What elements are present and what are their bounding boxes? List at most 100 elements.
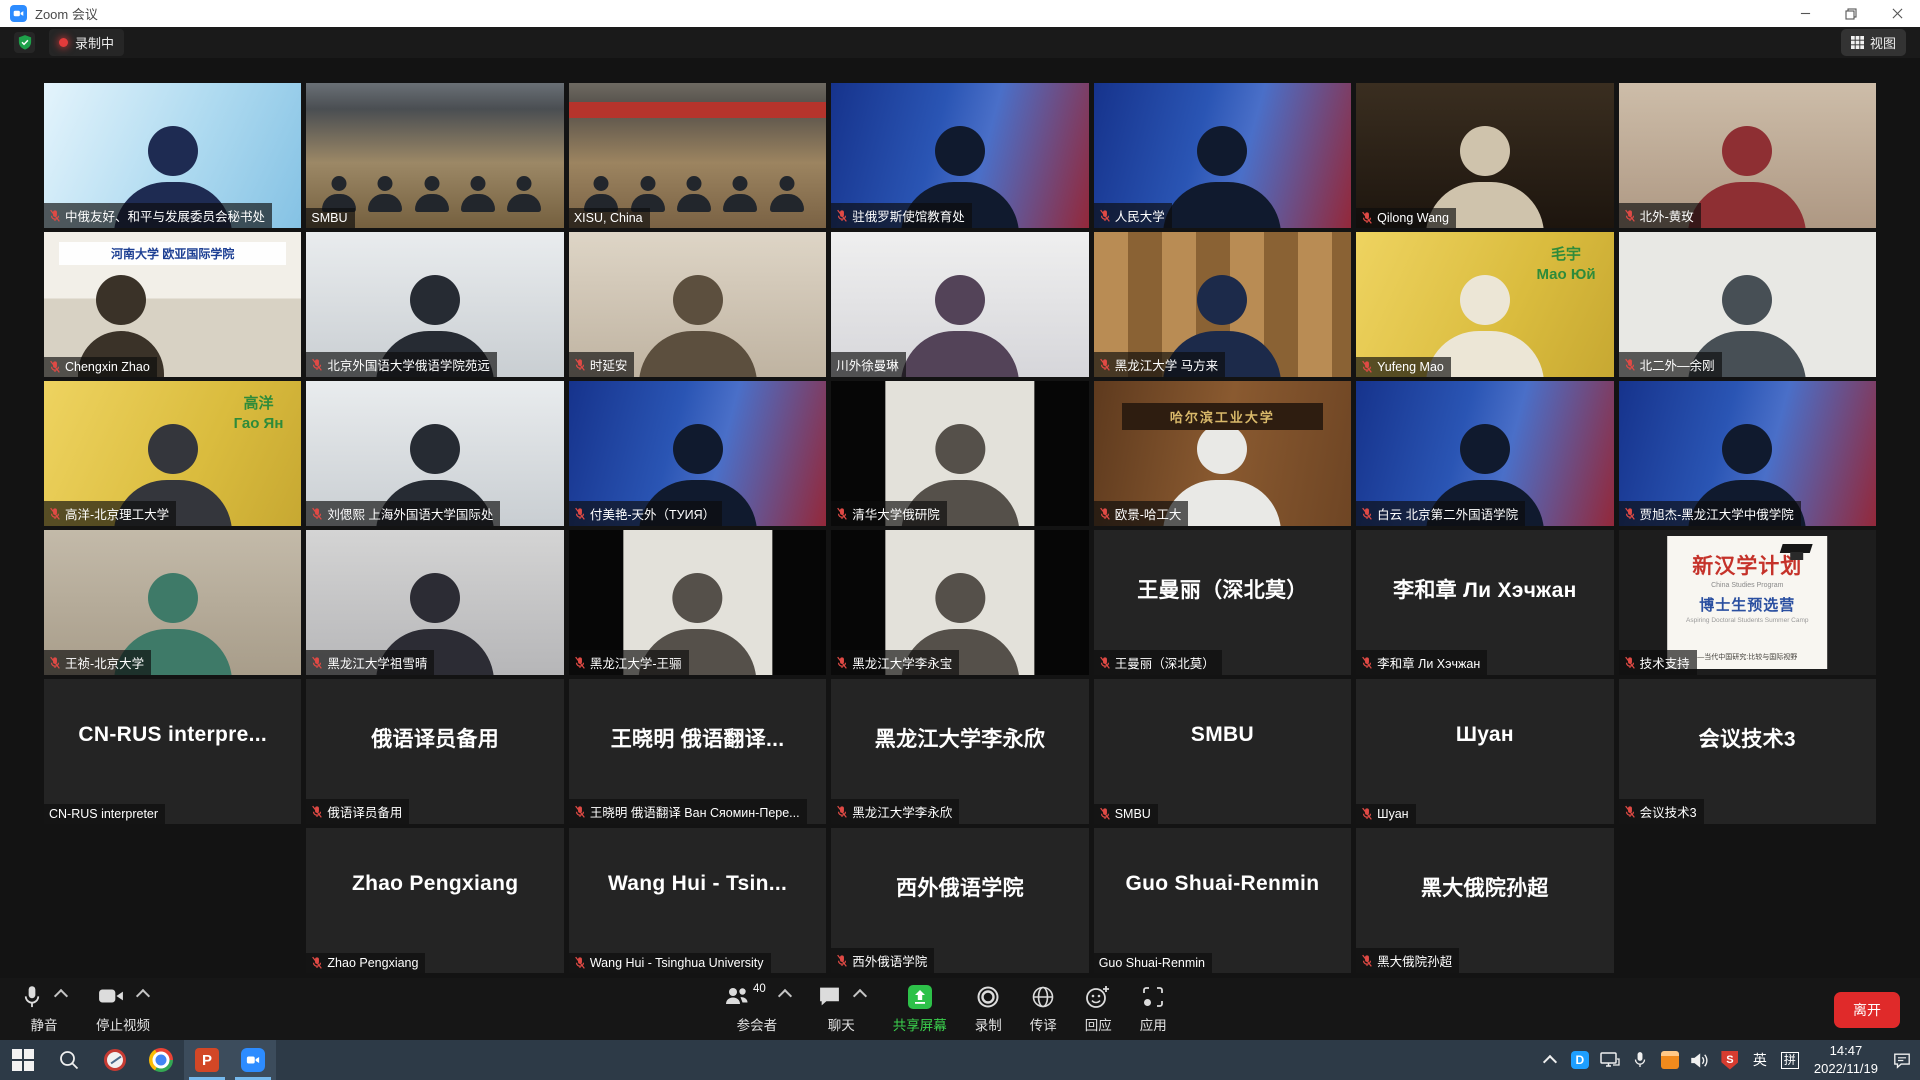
- participant-tile[interactable]: 川外徐曼琳: [831, 232, 1088, 377]
- pinyin-indicator[interactable]: 拼: [1776, 1040, 1804, 1080]
- participant-tile[interactable]: SMBUSMBU: [1094, 679, 1351, 824]
- taskbar-zoom-app[interactable]: [230, 1040, 276, 1080]
- action-center-icon[interactable]: [1888, 1040, 1916, 1080]
- close-button[interactable]: [1874, 0, 1920, 27]
- participant-tile[interactable]: 白云 北京第二外国语学院: [1356, 381, 1613, 526]
- participant-tile[interactable]: 北二外—余刚: [1619, 232, 1876, 377]
- taskbar-chrome[interactable]: [138, 1040, 184, 1080]
- participant-display-name: SMBU: [1094, 723, 1351, 747]
- participant-tile[interactable]: 王晓明 俄语翻译...王晓明 俄语翻译 Ван Сяомин-Пере...: [569, 679, 826, 824]
- participant-tile[interactable]: 人民大学: [1094, 83, 1351, 228]
- recording-label: 录制中: [75, 33, 114, 52]
- microphone-tray-icon[interactable]: [1626, 1040, 1654, 1080]
- video-options-chevron[interactable]: [136, 988, 150, 1002]
- window-titlebar: Zoom 会议: [0, 0, 1920, 27]
- participant-tile[interactable]: 新汉学计划China Studies Program博士生预选营Aspiring…: [1619, 530, 1876, 675]
- participant-tile[interactable]: 毛宇Мао ЮйYufeng Mao: [1356, 232, 1613, 377]
- participant-tile[interactable]: 驻俄罗斯使馆教育处: [831, 83, 1088, 228]
- stop-video-button[interactable]: 停止视频: [86, 978, 160, 1040]
- poster-subtitle-en: Aspiring Doctoral Students Summer Camp: [1686, 617, 1808, 624]
- person-silhouette: [507, 176, 541, 212]
- participant-tile[interactable]: 西外俄语学院西外俄语学院: [831, 828, 1088, 973]
- participant-tile[interactable]: 时延安: [569, 232, 826, 377]
- sogou-shield-tray-icon[interactable]: S: [1716, 1040, 1744, 1080]
- person-silhouette: [631, 176, 665, 212]
- participant-tile[interactable]: 贾旭杰-黑龙江大学中俄学院: [1619, 381, 1876, 526]
- participant-tile[interactable]: Wang Hui - Tsin...Wang Hui - Tsinghua Un…: [569, 828, 826, 973]
- mute-options-chevron[interactable]: [54, 988, 68, 1002]
- participant-tile[interactable]: 中俄友好、和平与发展委员会秘书处: [44, 83, 301, 228]
- participant-tile[interactable]: 黑龙江大学 马方来: [1094, 232, 1351, 377]
- orange-app-tray-icon[interactable]: [1656, 1040, 1684, 1080]
- participant-tile[interactable]: Guo Shuai-RenminGuo Shuai-Renmin: [1094, 828, 1351, 973]
- participant-tile[interactable]: XISU, China: [569, 83, 826, 228]
- participant-name-label: Chengxin Zhao: [44, 357, 157, 377]
- participant-tile[interactable]: CN-RUS interpre...CN-RUS interpreter: [44, 679, 301, 824]
- participant-tile[interactable]: 黑龙江大学李永欣黑龙江大学李永欣: [831, 679, 1088, 824]
- participant-tile[interactable]: SMBU: [306, 83, 563, 228]
- minimize-button[interactable]: [1782, 0, 1828, 27]
- leave-meeting-button[interactable]: 离开: [1834, 992, 1900, 1028]
- participant-tile[interactable]: 北京外国语大学俄语学院苑远: [306, 232, 563, 377]
- participant-tile[interactable]: 付美艳-天外（ТУИЯ）: [569, 381, 826, 526]
- input-language-indicator[interactable]: 英: [1746, 1040, 1774, 1080]
- participant-tile[interactable]: Qilong Wang: [1356, 83, 1613, 228]
- participant-tile[interactable]: 北外-黄玫: [1619, 83, 1876, 228]
- participant-tile[interactable]: 哈尔滨工业大学欧景-哈工大: [1094, 381, 1351, 526]
- graduation-cap-icon: [1781, 542, 1813, 562]
- reactions-button[interactable]: 回应: [1075, 978, 1122, 1040]
- share-screen-button[interactable]: 共享屏幕: [883, 978, 957, 1040]
- video-feed: SMBU: [1094, 679, 1351, 824]
- participant-tile[interactable]: 李和章 Ли Хэчжан李和章 Ли Хэчжан: [1356, 530, 1613, 675]
- participant-tile[interactable]: 高洋Гао Ян高洋-北京理工大学: [44, 381, 301, 526]
- participant-tile[interactable]: 俄语译员备用俄语译员备用: [306, 679, 563, 824]
- participant-tile[interactable]: 黑龙江大学李永宝: [831, 530, 1088, 675]
- participant-tile[interactable]: 王祯-北京大学: [44, 530, 301, 675]
- snipping-tool-icon: [104, 1049, 126, 1071]
- participant-tile[interactable]: 黑龙江大学-王骊: [569, 530, 826, 675]
- gallery-view: 中俄友好、和平与发展委员会秘书处SMBUXISU, China驻俄罗斯使馆教育处…: [0, 58, 1920, 978]
- participant-tile[interactable]: 黑大俄院孙超黑大俄院孙超: [1356, 828, 1613, 973]
- person-silhouette: [322, 176, 356, 212]
- participant-tile[interactable]: 黑龙江大学祖雪晴: [306, 530, 563, 675]
- participant-tile[interactable]: 河南大学 欧亚国际学院Chengxin Zhao: [44, 232, 301, 377]
- participant-tile[interactable]: 清华大学俄研院: [831, 381, 1088, 526]
- muted-mic-icon: [311, 656, 323, 670]
- muted-mic-icon: [49, 209, 61, 223]
- chat-button[interactable]: 聊天: [808, 978, 875, 1040]
- dingtalk-tray-icon[interactable]: D: [1566, 1040, 1594, 1080]
- volume-tray-icon[interactable]: [1686, 1040, 1714, 1080]
- participant-name-label: 王曼丽（深北莫）: [1094, 650, 1222, 675]
- participant-tile[interactable]: 刘偲熙 上海外国语大学国际处: [306, 381, 563, 526]
- record-button[interactable]: 录制: [965, 978, 1012, 1040]
- mute-button[interactable]: 静音: [12, 978, 76, 1040]
- restore-button[interactable]: [1828, 0, 1874, 27]
- taskbar-snipping-tool[interactable]: [92, 1040, 138, 1080]
- apps-button[interactable]: 应用: [1130, 978, 1177, 1040]
- participants-options-chevron[interactable]: [778, 988, 792, 1002]
- muted-mic-icon: [836, 954, 848, 968]
- view-button[interactable]: 视图: [1841, 29, 1906, 56]
- person-silhouette: [1163, 126, 1281, 228]
- participant-name-label: Wang Hui - Tsinghua University: [569, 953, 771, 973]
- muted-mic-icon: [836, 209, 848, 223]
- window-title: Zoom 会议: [35, 4, 98, 23]
- participant-tile[interactable]: 会议技术3会议技术3: [1619, 679, 1876, 824]
- background-banner-text: 哈尔滨工业大学: [1122, 403, 1323, 430]
- taskbar-clock[interactable]: 14:47 2022/11/19: [1806, 1042, 1886, 1077]
- display-tray-icon[interactable]: [1596, 1040, 1624, 1080]
- participant-tile[interactable]: ШуанШуан: [1356, 679, 1613, 824]
- participants-button[interactable]: 40 参会者: [714, 978, 800, 1040]
- interpretation-button[interactable]: 传译: [1020, 978, 1067, 1040]
- meeting-security-shield-icon[interactable]: [14, 32, 35, 53]
- participant-name-label: 人民大学: [1094, 203, 1172, 228]
- taskbar-powerpoint[interactable]: P: [184, 1040, 230, 1080]
- participant-tile[interactable]: Zhao PengxiangZhao Pengxiang: [306, 828, 563, 973]
- recording-indicator[interactable]: 录制中: [49, 29, 124, 56]
- participant-tile[interactable]: 王曼丽（深北莫）王曼丽（深北莫）: [1094, 530, 1351, 675]
- tray-hidden-icons-chevron[interactable]: [1536, 1040, 1564, 1080]
- chat-options-chevron[interactable]: [853, 988, 867, 1002]
- search-icon: [58, 1049, 80, 1071]
- start-button[interactable]: [0, 1040, 46, 1080]
- taskbar-search-button[interactable]: [46, 1040, 92, 1080]
